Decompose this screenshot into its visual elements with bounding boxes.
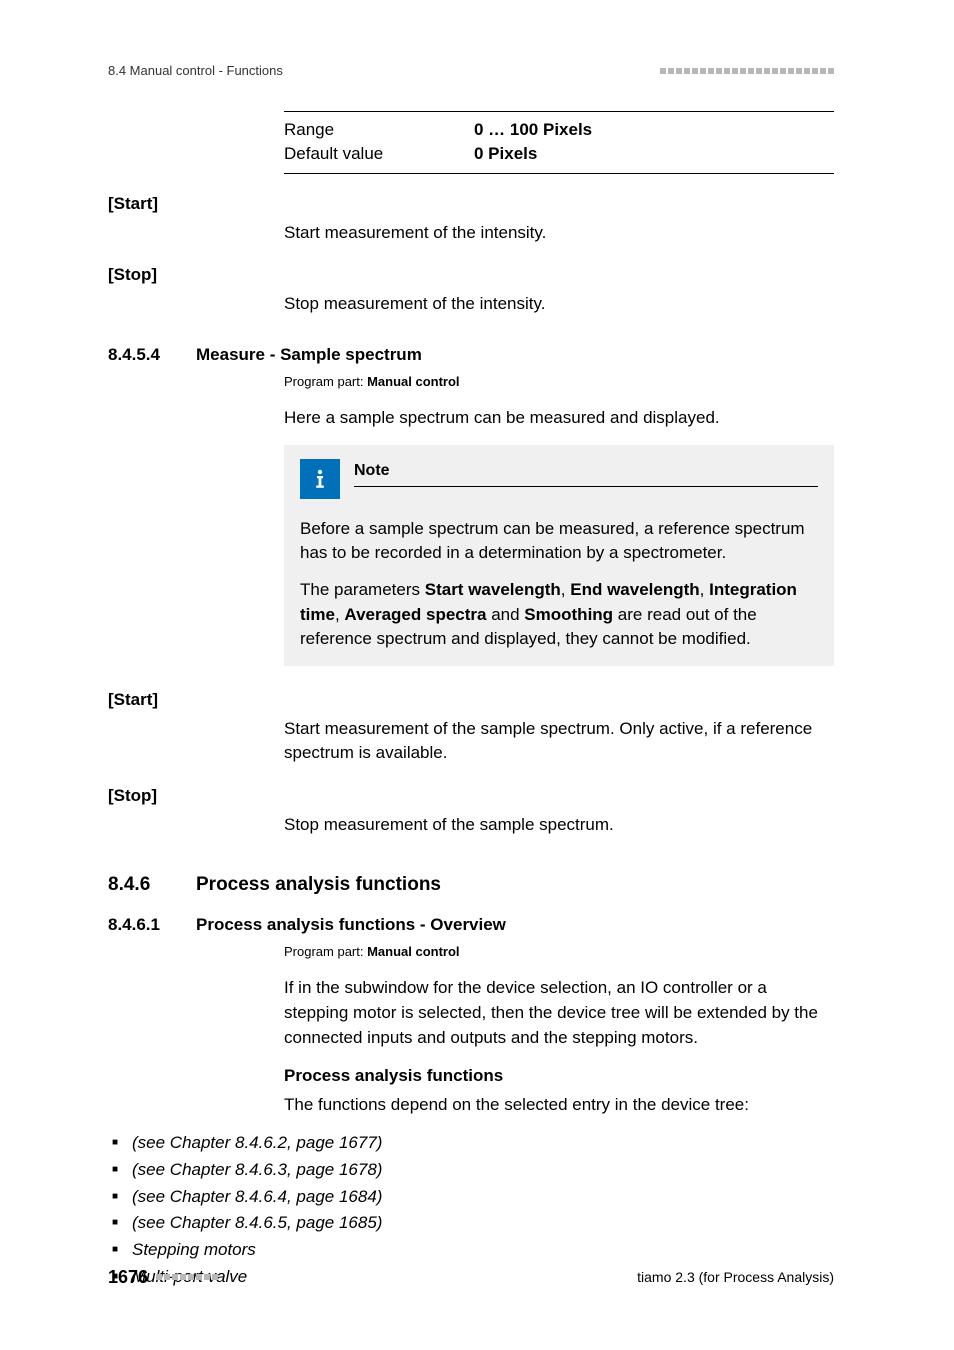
range-value: 0 … 100 Pixels xyxy=(474,118,592,143)
note-p1: Before a sample spectrum can be measured… xyxy=(300,517,818,566)
section-title-8461: Process analysis functions - Overview xyxy=(196,913,506,938)
list-item: Stepping motors xyxy=(108,1238,834,1263)
note-box: Note Before a sample spectrum can be mea… xyxy=(284,445,834,666)
program-prefix-2: Program part: xyxy=(284,944,367,959)
start-term: [Start] xyxy=(108,192,834,217)
stop-intensity-block: [Stop] Stop measurement of the intensity… xyxy=(108,263,834,316)
program-prefix: Program part: xyxy=(284,374,367,389)
section-num-8461: 8.4.6.1 xyxy=(108,913,196,938)
program-part-8454: Program part: Manual control xyxy=(284,373,834,392)
list-item: (see Chapter 8.4.6.2, page 1677) xyxy=(108,1131,834,1156)
list-item: (see Chapter 8.4.6.5, page 1685) xyxy=(108,1211,834,1236)
stop-spectrum-block: [Stop] Stop measurement of the sample sp… xyxy=(108,784,834,837)
section-846: 8.4.6 Process analysis functions xyxy=(108,871,834,899)
start-intensity-block: [Start] Start measurement of the intensi… xyxy=(108,192,834,245)
note-title: Note xyxy=(354,459,818,482)
intro-8461: If in the subwindow for the device selec… xyxy=(284,976,834,1050)
section-title: Measure - Sample spectrum xyxy=(196,343,422,368)
subhead-paf: Process analysis functions xyxy=(284,1064,834,1089)
list-item: (see Chapter 8.4.6.3, page 1678) xyxy=(108,1158,834,1183)
note-p2: The parameters Start wavelength, End wav… xyxy=(300,578,818,652)
section-title-846: Process analysis functions xyxy=(196,871,441,899)
page-header: 8.4 Manual control - Functions xyxy=(108,62,834,81)
start-body: Start measurement of the intensity. xyxy=(284,221,834,246)
range-label: Range xyxy=(284,118,474,143)
stop-term-2: [Stop] xyxy=(108,784,834,809)
page-number: 1676 xyxy=(108,1264,148,1290)
stop-body-2: Stop measurement of the sample spectrum. xyxy=(284,813,834,838)
program-bold: Manual control xyxy=(367,374,459,389)
footer-decoration xyxy=(156,1274,218,1280)
start-body-2: Start measurement of the sample spectrum… xyxy=(284,717,834,766)
section-8454: 8.4.5.4 Measure - Sample spectrum xyxy=(108,343,834,368)
header-section-label: 8.4 Manual control - Functions xyxy=(108,62,283,81)
start-spectrum-block: [Start] Start measurement of the sample … xyxy=(108,688,834,766)
subintro-paf: The functions depend on the selected ent… xyxy=(284,1093,834,1118)
intro-8454: Here a sample spectrum can be measured a… xyxy=(284,406,834,431)
default-label: Default value xyxy=(284,142,474,167)
section-num-846: 8.4.6 xyxy=(108,871,196,899)
default-value: 0 Pixels xyxy=(474,142,537,167)
note-body: Before a sample spectrum can be measured… xyxy=(300,517,818,652)
param-table: Range 0 … 100 Pixels Default value 0 Pix… xyxy=(284,111,834,174)
stop-term: [Stop] xyxy=(108,263,834,288)
section-num: 8.4.5.4 xyxy=(108,343,196,368)
info-icon xyxy=(300,459,340,499)
program-part-8461: Program part: Manual control xyxy=(284,943,834,962)
stop-body: Stop measurement of the intensity. xyxy=(284,292,834,317)
section-8461: 8.4.6.1 Process analysis functions - Ove… xyxy=(108,913,834,938)
header-decoration xyxy=(660,68,834,74)
program-bold-2: Manual control xyxy=(367,944,459,959)
footer-right: tiamo 2.3 (for Process Analysis) xyxy=(637,1267,834,1287)
start-term-2: [Start] xyxy=(108,688,834,713)
page-footer: 1676 tiamo 2.3 (for Process Analysis) xyxy=(108,1264,834,1290)
list-item: (see Chapter 8.4.6.4, page 1684) xyxy=(108,1185,834,1210)
